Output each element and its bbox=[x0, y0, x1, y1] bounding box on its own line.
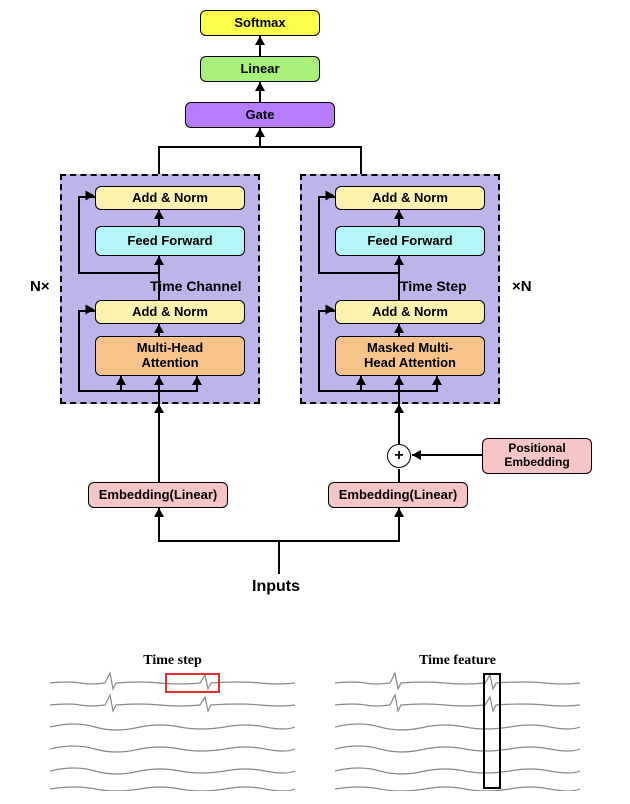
arrow-head bbox=[394, 324, 404, 333]
merge-line bbox=[158, 146, 362, 148]
arrow-head bbox=[154, 210, 164, 219]
left-embedding: Embedding(Linear) bbox=[88, 482, 228, 508]
plus-circle-icon: + bbox=[387, 444, 411, 468]
res-line bbox=[318, 310, 320, 390]
diagram-canvas: Softmax Linear Gate N× Time Channel Add … bbox=[0, 0, 630, 804]
right-feedforward: Feed Forward bbox=[335, 226, 485, 256]
arrow-head bbox=[86, 191, 95, 201]
arrow-head bbox=[432, 376, 442, 385]
arrow-head bbox=[326, 191, 335, 201]
arrow-head bbox=[255, 36, 265, 45]
left-attention: Multi-Head Attention bbox=[95, 336, 245, 376]
left-feedforward: Feed Forward bbox=[95, 226, 245, 256]
right-addnorm2: Add & Norm bbox=[335, 186, 485, 210]
arrow-line bbox=[158, 404, 160, 482]
wave-left-title: Time step bbox=[50, 653, 295, 669]
res-line bbox=[78, 272, 160, 274]
res-line bbox=[318, 272, 400, 274]
waveform-illustration: Time step Time feature bbox=[50, 655, 580, 795]
res-line bbox=[318, 196, 320, 272]
arrow-line bbox=[158, 146, 160, 174]
res-line bbox=[78, 310, 80, 390]
inputs-label: Inputs bbox=[252, 578, 300, 596]
arrow-head bbox=[394, 210, 404, 219]
split-line bbox=[120, 390, 198, 392]
arrow-line bbox=[412, 454, 482, 456]
arrow-head bbox=[154, 376, 164, 385]
arrow-head bbox=[394, 508, 404, 517]
arrow-line bbox=[360, 146, 362, 174]
right-attention: Masked Multi- Head Attention bbox=[335, 336, 485, 376]
positional-embedding: Positional Embedding bbox=[482, 438, 592, 474]
arrow-head bbox=[356, 376, 366, 385]
wave-right-svg bbox=[335, 671, 580, 791]
arrow-head bbox=[116, 376, 126, 385]
left-addnorm1: Add & Norm bbox=[95, 300, 245, 324]
arrow-head bbox=[154, 324, 164, 333]
arrow-head bbox=[394, 376, 404, 385]
wave-right-title: Time feature bbox=[335, 653, 580, 669]
right-embedding: Embedding(Linear) bbox=[328, 482, 468, 508]
right-repeat-label: ×N bbox=[512, 278, 532, 295]
left-encoder-label: Time Channel bbox=[150, 278, 242, 294]
arrow-head bbox=[154, 404, 164, 413]
arrow-head bbox=[154, 256, 164, 265]
left-addnorm2: Add & Norm bbox=[95, 186, 245, 210]
arrow-head bbox=[255, 82, 265, 91]
res-line bbox=[78, 196, 80, 272]
split-line bbox=[360, 390, 438, 392]
arrow-head bbox=[412, 450, 421, 460]
linear-box: Linear bbox=[200, 56, 320, 82]
arrow-head bbox=[192, 376, 202, 385]
arrow-head bbox=[394, 404, 404, 413]
arrow-head bbox=[154, 508, 164, 517]
wave-right-highlight bbox=[483, 673, 501, 789]
arrow-head bbox=[255, 128, 265, 137]
right-encoder-label: Time Step bbox=[400, 278, 467, 294]
arrow-head bbox=[326, 305, 335, 315]
softmax-box: Softmax bbox=[200, 10, 320, 36]
gate-box: Gate bbox=[185, 102, 335, 128]
wave-left-highlight bbox=[165, 673, 220, 693]
arrow-line bbox=[278, 540, 280, 574]
arrow-head bbox=[86, 305, 95, 315]
arrow-head bbox=[394, 256, 404, 265]
left-repeat-label: N× bbox=[30, 278, 50, 295]
right-addnorm1: Add & Norm bbox=[335, 300, 485, 324]
arrow-line bbox=[398, 469, 400, 482]
